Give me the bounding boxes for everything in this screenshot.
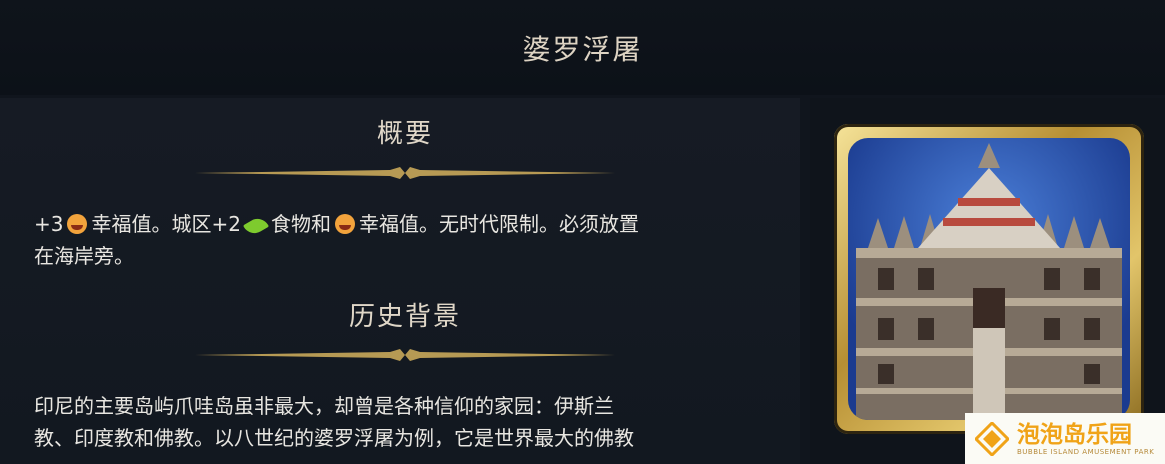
watermark-title: 泡泡岛乐园 — [1017, 421, 1132, 448]
history-text: 印尼的主要岛屿爪哇岛虽非最大，却曾是各种信仰的家园：伊斯兰 教、印度教和佛教。以… — [34, 390, 774, 454]
overview-divider — [195, 167, 615, 179]
history-line1: 印尼的主要岛屿爪哇岛虽非最大，却曾是各种信仰的家园：伊斯兰 — [34, 394, 614, 418]
amenity-icon — [67, 214, 88, 234]
history-line2: 教、印度教和佛教。以八世纪的婆罗浮屠为例，它是世界最大的佛教 — [34, 426, 634, 450]
food-icon — [242, 214, 269, 238]
overview-text: +3 幸福值。城区+2 食物和 幸福值。无时代限制。必须放置 在海岸旁。 — [34, 208, 774, 272]
overview-text-c: 食物和 — [270, 212, 331, 236]
watermark-logo: 泡泡岛乐园 BUBBLE ISLAND AMUSEMENT PARK — [965, 413, 1165, 464]
overview-text-line2: 在海岸旁。 — [34, 244, 134, 268]
history-heading: 历史背景 — [348, 302, 461, 332]
diamond-logo-icon — [975, 421, 1009, 456]
page-title: 婆罗浮屠 — [522, 32, 643, 66]
amenity-icon — [334, 214, 355, 234]
borobudur-wonder-icon — [848, 138, 1130, 420]
overview-text-d: 幸福值。无时代限制。必须放置 — [358, 212, 639, 236]
borobudur-illustration — [856, 143, 1122, 420]
overview-text-b: 幸福值。城区+2 — [91, 212, 241, 236]
history-divider — [195, 349, 615, 361]
watermark-subtitle: BUBBLE ISLAND AMUSEMENT PARK — [1017, 447, 1155, 456]
overview-heading: 概要 — [376, 119, 433, 149]
overview-text-a: +3 — [34, 212, 64, 236]
wonder-portrait-frame — [834, 124, 1144, 434]
